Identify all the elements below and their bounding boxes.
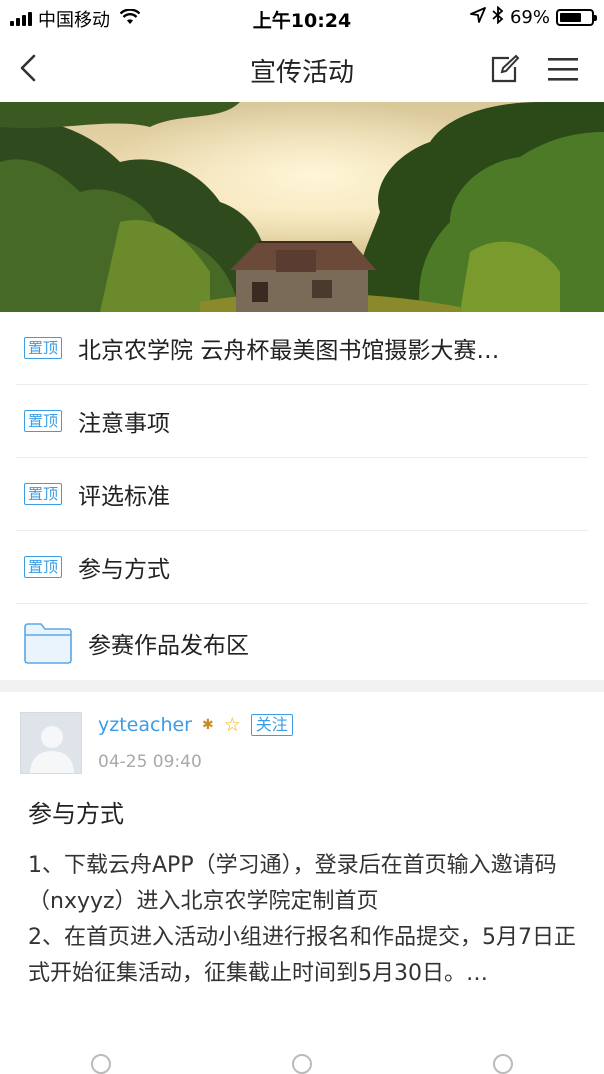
- share-icon: [493, 1054, 514, 1074]
- folder-label: 参赛作品发布区: [88, 633, 249, 659]
- pinned-tag: 置顶: [24, 410, 63, 432]
- follow-button[interactable]: 关注: [250, 714, 293, 736]
- list-item-label: 北京农学院 云舟杯最美图书馆摄影大赛…: [78, 338, 500, 364]
- banner-image[interactable]: [0, 102, 604, 312]
- like-action[interactable]: [291, 1054, 312, 1074]
- medal-icon: ✱: [202, 717, 214, 733]
- author-name[interactable]: yzteacher: [98, 714, 192, 736]
- post-title[interactable]: 参与方式: [28, 794, 124, 829]
- share-action[interactable]: [493, 1054, 514, 1074]
- avatar[interactable]: [20, 712, 82, 774]
- pinned-tag: 置顶: [24, 337, 63, 359]
- post-action-bar: [0, 1054, 604, 1074]
- star-icon[interactable]: ☆: [224, 714, 241, 736]
- status-bar: 中国移动 上午10:24 69%: [0, 0, 604, 36]
- list-item-label: 参与方式: [78, 557, 171, 583]
- battery-percent: 69%: [509, 7, 550, 28]
- location-arrow-icon: [470, 7, 486, 28]
- list-item[interactable]: 置顶 参与方式: [16, 531, 588, 604]
- comment-icon: [90, 1054, 111, 1074]
- bluetooth-icon: [492, 5, 504, 29]
- post-time: 04-25 09:40: [98, 752, 202, 772]
- folder-item[interactable]: 参赛作品发布区: [16, 604, 588, 682]
- pinned-list: 置顶 北京农学院 云舟杯最美图书馆摄影大赛… 置顶 注意事项 置顶 评选标准 置…: [0, 312, 604, 682]
- pinned-tag: 置顶: [24, 556, 63, 578]
- list-item[interactable]: 置顶 评选标准: [16, 458, 588, 531]
- author-line: yzteacher ✱ ☆ 关注: [98, 714, 293, 736]
- menu-icon[interactable]: [546, 54, 580, 84]
- pinned-tag: 置顶: [24, 483, 63, 505]
- compose-icon[interactable]: [488, 52, 522, 86]
- nav-bar: 宣传活动: [0, 36, 604, 103]
- battery-icon: [556, 9, 597, 26]
- post-body[interactable]: 1、下载云舟APP（学习通），登录后在首页输入邀请码（nxyyz）进入北京农学院…: [28, 848, 584, 992]
- list-item[interactable]: 置顶 注意事项: [16, 385, 588, 458]
- section-divider: [0, 680, 604, 692]
- list-item-label: 注意事项: [78, 411, 171, 437]
- comment-action[interactable]: [90, 1054, 111, 1074]
- folder-icon: [24, 622, 72, 664]
- status-right: 69%: [470, 5, 597, 29]
- list-item[interactable]: 置顶 北京农学院 云舟杯最美图书馆摄影大赛…: [16, 312, 588, 385]
- like-icon: [291, 1054, 312, 1074]
- list-item-label: 评选标准: [78, 484, 171, 510]
